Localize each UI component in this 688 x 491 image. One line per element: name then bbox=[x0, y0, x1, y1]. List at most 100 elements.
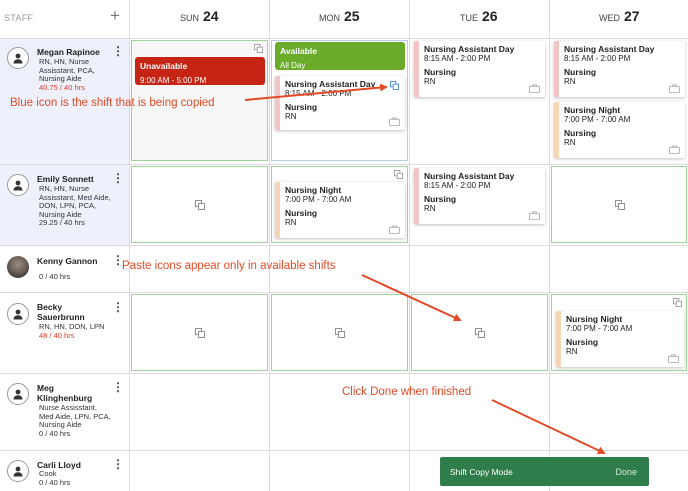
staff-name: Megan Rapinoe bbox=[37, 47, 100, 57]
staff-menu-icon[interactable]: ⋮ bbox=[112, 301, 124, 313]
shift-card[interactable]: Nursing Assistant Day 8:15 AM - 2:00 PM … bbox=[414, 168, 545, 224]
staff-column-header: STAFF bbox=[4, 13, 34, 23]
unavailable-block[interactable]: Unavailable 9:00 AM - 5:00 PM bbox=[135, 57, 265, 85]
person-icon bbox=[13, 466, 23, 477]
shift-role: RN bbox=[424, 77, 436, 86]
shift-time: 8:15 AM - 2:00 PM bbox=[424, 181, 491, 190]
staff-name: Meg Klinghenburg bbox=[37, 383, 93, 403]
staff-roles: 0 / 40 hrs bbox=[39, 272, 111, 282]
paste-icon[interactable] bbox=[195, 200, 205, 210]
copy-icon[interactable] bbox=[254, 44, 263, 53]
shift-position: Nursing bbox=[564, 128, 597, 138]
staff-hours: 29.25 / 40 hrs bbox=[39, 218, 85, 228]
shift-role: RN bbox=[285, 112, 297, 121]
day-header-wed: WED 27 bbox=[599, 8, 640, 24]
staff-roles: RN, HN, DON, LPN 48 / 40 hrs bbox=[39, 322, 105, 340]
shift-card[interactable]: Nursing Assistant Day 8:15 AM - 2:00 PM … bbox=[414, 41, 545, 97]
shift-title: Nursing Assistant Day bbox=[424, 171, 515, 181]
avatar bbox=[7, 303, 29, 325]
day-header-mon: MON 25 bbox=[319, 8, 360, 24]
shift-position: Nursing bbox=[566, 337, 599, 347]
shift-position: Nursing bbox=[424, 194, 457, 204]
briefcase-icon bbox=[389, 225, 400, 234]
briefcase-icon bbox=[668, 354, 679, 363]
staff-menu-icon[interactable]: ⋮ bbox=[112, 172, 124, 184]
shift-time: 7:00 PM - 7:00 AM bbox=[285, 195, 352, 204]
shift-role: RN bbox=[564, 77, 576, 86]
staff-roles: Nurse Assisstant, Med Aide, LPN, PCA, Nu… bbox=[39, 403, 111, 438]
paste-icon[interactable] bbox=[335, 328, 345, 338]
annotation-paste-icons: Paste icons appear only in available shi… bbox=[122, 260, 336, 272]
shift-position: Nursing bbox=[285, 208, 318, 218]
paste-icon[interactable] bbox=[475, 328, 485, 338]
staff-menu-icon[interactable]: ⋮ bbox=[112, 45, 124, 57]
paste-target-cell[interactable] bbox=[271, 294, 408, 371]
person-icon bbox=[13, 53, 23, 64]
paste-icon[interactable] bbox=[195, 328, 205, 338]
paste-target-cell[interactable] bbox=[131, 166, 268, 243]
staff-name: Kenny Gannon bbox=[37, 256, 98, 266]
shift-position: Nursing bbox=[424, 67, 457, 77]
briefcase-icon bbox=[529, 211, 540, 220]
shift-card[interactable]: Nursing Night 7:00 PM - 7:00 AM Nursing … bbox=[554, 102, 685, 158]
shift-time: 7:00 PM - 7:00 AM bbox=[566, 324, 633, 333]
person-icon bbox=[13, 389, 23, 400]
briefcase-icon bbox=[669, 84, 680, 93]
person-icon bbox=[13, 309, 23, 320]
shift-title: Nursing Assistant Day bbox=[564, 44, 655, 54]
shift-role: RN bbox=[285, 218, 297, 227]
shift-card[interactable]: Nursing Night 7:00 PM - 7:00 AM Nursing … bbox=[275, 182, 405, 238]
shift-card[interactable]: Nursing Assistant Day 8:15 AM - 2:00 PM … bbox=[554, 41, 685, 97]
shift-card-being-copied[interactable]: Nursing Assistant Day 8:15 AM - 2:00 PM … bbox=[275, 76, 405, 130]
avatar bbox=[7, 460, 29, 482]
shift-time: 8:15 AM - 2:00 PM bbox=[285, 89, 352, 98]
staff-name: Emily Sonnett bbox=[37, 174, 94, 184]
shift-role: RN bbox=[424, 204, 436, 213]
person-icon bbox=[13, 180, 23, 191]
shift-position: Nursing bbox=[285, 102, 318, 112]
avatar bbox=[7, 47, 29, 69]
staff-hours: 0 / 40 hrs bbox=[39, 272, 71, 281]
paste-icon[interactable] bbox=[673, 298, 682, 307]
day-header-tue: TUE 26 bbox=[460, 8, 498, 24]
shift-title: Nursing Assistant Day bbox=[424, 44, 515, 54]
shift-title: Nursing Assistant Day bbox=[285, 79, 376, 89]
shift-role: RN bbox=[564, 138, 576, 147]
avatar bbox=[7, 383, 29, 405]
avatar bbox=[7, 256, 29, 278]
briefcase-icon bbox=[669, 145, 680, 154]
add-staff-button[interactable]: + bbox=[110, 6, 120, 26]
paste-icon[interactable] bbox=[615, 200, 625, 210]
staff-hours: 48 / 40 hrs bbox=[39, 330, 75, 340]
shift-time: 8:15 AM - 2:00 PM bbox=[564, 54, 631, 63]
staff-roles: Cook 0 / 40 hrs bbox=[39, 469, 71, 487]
available-block[interactable]: Available All Day bbox=[275, 42, 405, 70]
paste-target-cell[interactable] bbox=[411, 294, 548, 371]
briefcase-icon bbox=[529, 84, 540, 93]
staff-menu-icon[interactable]: ⋮ bbox=[112, 381, 124, 393]
shift-role: RN bbox=[566, 347, 578, 356]
staff-menu-icon[interactable]: ⋮ bbox=[112, 458, 124, 470]
shift-card[interactable]: Nursing Night 7:00 PM - 7:00 AM Nursing … bbox=[556, 311, 684, 367]
shift-title: Nursing Night bbox=[566, 314, 623, 324]
paste-icon[interactable] bbox=[394, 170, 403, 179]
shift-time: 8:15 AM - 2:00 PM bbox=[424, 54, 491, 63]
paste-target-cell[interactable] bbox=[551, 166, 687, 243]
staff-hours: 0 / 40 hrs bbox=[39, 477, 71, 487]
copy-mode-label: Shift Copy Mode bbox=[450, 466, 513, 477]
done-button[interactable]: Done bbox=[615, 467, 637, 477]
staff-hours: 0 / 40 hrs bbox=[39, 428, 71, 438]
day-header-sun: SUN 24 bbox=[180, 8, 219, 24]
avatar bbox=[7, 174, 29, 196]
paste-target-cell[interactable] bbox=[131, 294, 268, 371]
shift-copy-mode-bar: Shift Copy Mode Done bbox=[440, 457, 649, 486]
shift-title: Nursing Night bbox=[285, 185, 342, 195]
shift-time: 7:00 PM - 7:00 AM bbox=[564, 115, 631, 124]
copy-active-icon[interactable] bbox=[390, 81, 399, 90]
annotation-click-done: Click Done when finished bbox=[342, 386, 472, 398]
shift-position: Nursing bbox=[564, 67, 597, 77]
shift-title: Nursing Night bbox=[564, 105, 621, 115]
staff-name: Becky Sauerbrunn bbox=[37, 302, 85, 322]
staff-hours: 40.75 / 40 hrs bbox=[39, 82, 85, 92]
staff-roles: RN, HN, Nurse Assisstant, PCA, Nursing A… bbox=[39, 57, 95, 92]
